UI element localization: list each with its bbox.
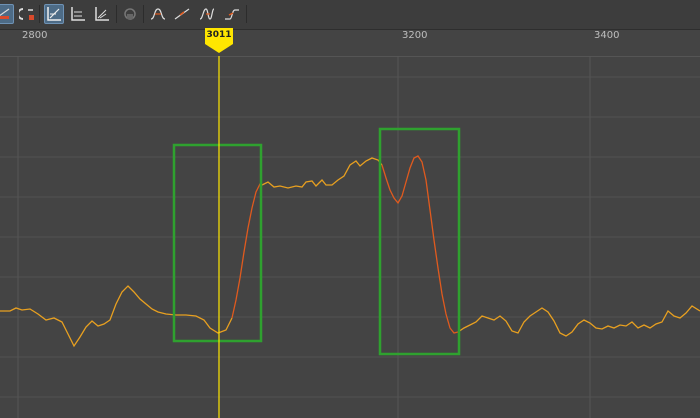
normalize-icon (95, 7, 109, 21)
graph-canvas[interactable] (0, 56, 700, 418)
spline-tangent-icon (150, 8, 166, 20)
ruler-label-2800: 2800 (22, 30, 48, 41)
clamped-tangent-button[interactable] (197, 4, 217, 24)
linear-tangent-icon (174, 8, 190, 20)
graph-editor-toolbar (0, 0, 700, 30)
key-tangent-icon (0, 8, 10, 19)
frame-all-button[interactable] (44, 4, 64, 24)
animation-curve-plateau[interactable] (261, 157, 383, 189)
key-tangent-button[interactable] (0, 4, 14, 24)
frame-selected-button[interactable] (68, 4, 88, 24)
selected-curve-segment-peak[interactable] (381, 155, 459, 334)
linear-tangent-button[interactable] (172, 4, 192, 24)
frame-selected-icon (71, 7, 85, 21)
lock-tangent-icon (124, 8, 136, 20)
ruler-label-3200: 3200 (402, 30, 428, 41)
ruler-label-3400: 3400 (594, 30, 620, 41)
time-ruler[interactable]: 2800 3200 3400 (0, 30, 700, 57)
animation-curve-tail[interactable] (457, 305, 700, 337)
lock-tangent-button[interactable] (120, 4, 140, 24)
stepped-tangent-button[interactable] (222, 4, 242, 24)
highlight-box-rise (172, 143, 263, 343)
selected-curve-segment-rise[interactable] (231, 183, 263, 319)
frame-all-icon (47, 7, 61, 21)
current-frame-label: 3011 (206, 30, 232, 40)
magnet-icon (19, 8, 34, 20)
normalize-button[interactable] (92, 4, 112, 24)
spline-tangent-button[interactable] (148, 4, 168, 24)
playhead-marker[interactable]: 3011 (203, 28, 235, 54)
stepped-tangent-icon (225, 9, 239, 20)
animation-curve[interactable] (0, 285, 233, 348)
magnet-button[interactable] (17, 4, 37, 24)
clamped-tangent-icon (199, 8, 215, 20)
